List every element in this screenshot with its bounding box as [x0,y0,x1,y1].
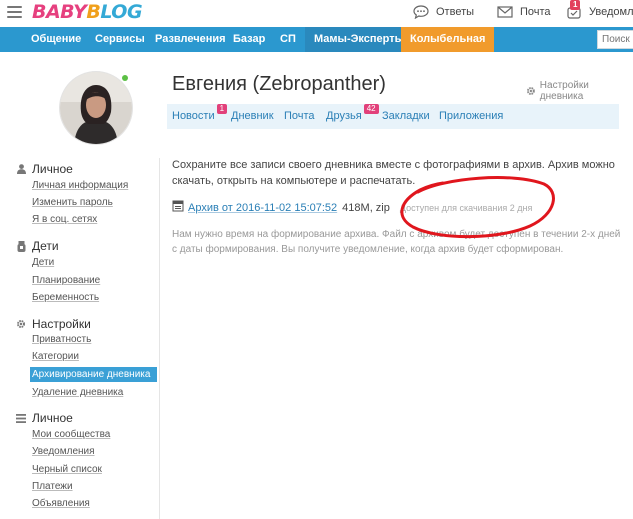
menu-item-mom-experts[interactable]: Мамы-Эксперты [305,27,414,52]
tab-diary[interactable]: Дневник [231,104,274,129]
news-count-badge: 1 [216,104,228,114]
menu-item-sp[interactable]: СП [280,27,296,52]
babyblog-logo[interactable]: BABYBLOG [32,1,143,23]
gear-icon [526,87,535,95]
archive-size: 418M, zip [342,201,390,214]
sidebar-item-personal-info[interactable]: Личная информация [32,180,128,191]
archive-file-icon [172,200,184,215]
sidebar-item-privacy[interactable]: Приватность [32,334,91,345]
menu-item-entertainment[interactable]: Развлечения [155,27,226,52]
tab-news[interactable]: Новости1 [172,104,228,129]
sidebar-section-children: Дети [16,239,59,253]
gear-icon [16,319,26,329]
sidebar-item-payments[interactable]: Платежи [32,481,73,492]
main-menu: Общение Сервисы Развлечения Базар СП Мам… [0,27,633,52]
menu-item-bazaar[interactable]: Базар [233,27,265,52]
sidebar-item-my-communities[interactable]: Мои сообщества [32,429,110,440]
menu-item-lullaby[interactable]: Колыбельная [401,27,495,52]
diary-settings-link[interactable]: Настройки дневника [526,80,633,102]
sidebar-item-pregnancy[interactable]: Беременность [32,292,99,303]
red-annotation-ellipse [400,176,555,239]
person-icon [16,164,26,174]
sidebar-item-categories[interactable]: Категории [32,351,79,362]
baby-icon [16,240,26,252]
mail-link[interactable]: Почта [497,4,551,20]
friends-count-badge: 42 [363,104,379,114]
sidebar-section-personal: Личное [16,162,73,176]
menu-item-services[interactable]: Сервисы [95,27,145,52]
sidebar-item-ads[interactable]: Объявления [32,498,90,509]
avatar[interactable] [60,72,132,144]
sidebar-section-personal-2: Личное [16,411,73,425]
answers-link[interactable]: Ответы [413,4,474,20]
sidebar-item-planning[interactable]: Планирование [32,275,100,286]
notifications-count-badge: 1 [570,0,581,10]
list-icon [16,413,26,423]
sidebar-item-blacklist[interactable]: Черный список [32,464,102,475]
tab-friends[interactable]: Друзья42 [326,104,379,129]
profile-name: Евгения (Zebropanther) [172,73,386,95]
profile-tabs: Новости1 Дневник Почта Друзья42 Закладки… [167,104,619,129]
tab-applications[interactable]: Приложения [439,104,503,129]
sidebar-item-archive-diary[interactable]: Архивирование дневника [30,367,157,382]
sidebar-item-change-password[interactable]: Изменить пароль [32,197,113,208]
hamburger-menu-icon[interactable] [7,6,22,18]
tab-bookmarks[interactable]: Закладки [382,104,430,129]
menu-item-communication[interactable]: Общение [31,27,81,52]
sidebar-item-delete-diary[interactable]: Удаление дневника [32,387,123,398]
archive-download-link[interactable]: Архив от 2016-11-02 15:07:52 [188,202,337,214]
speech-bubble-icon [413,5,429,19]
tab-mail[interactable]: Почта [284,104,315,129]
sidebar-section-settings: Настройки [16,317,91,331]
top-bar: BABYBLOG Ответы Почта Уведомл 1 [0,0,633,26]
sidebar-item-social-networks[interactable]: Я в соц. сетях [32,214,97,225]
sidebar-item-notifications[interactable]: Уведомления [32,446,95,457]
sidebar-item-children[interactable]: Дети [32,257,54,268]
avatar-photo [60,72,132,144]
search-input[interactable] [597,30,633,49]
online-status-dot [122,75,128,81]
envelope-icon [497,6,513,18]
